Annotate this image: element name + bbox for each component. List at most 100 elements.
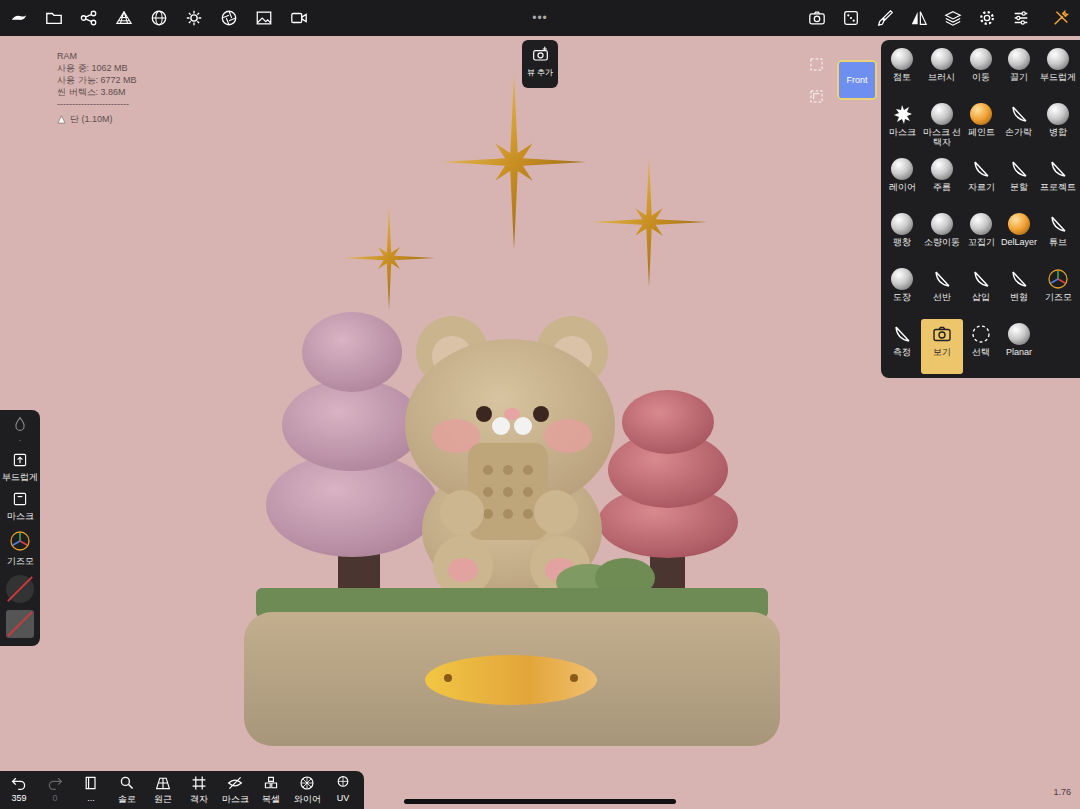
tool-line-icon bbox=[970, 268, 992, 290]
tool-item[interactable]: 측정 bbox=[885, 319, 920, 374]
tool-item[interactable]: 병합 bbox=[1039, 99, 1077, 154]
aperture-icon[interactable] bbox=[220, 9, 238, 27]
bottom-bar-item[interactable]: UV bbox=[328, 775, 358, 806]
tool-item[interactable]: 이동 bbox=[964, 44, 999, 99]
gear-icon[interactable] bbox=[978, 9, 996, 27]
bottom-bar-item[interactable]: 0 bbox=[40, 775, 70, 806]
sphere-icon bbox=[931, 158, 953, 180]
tool-item[interactable]: 손가락 bbox=[1000, 99, 1038, 154]
tool-item[interactable]: 프로젝트 bbox=[1039, 154, 1077, 209]
scene-graph-icon[interactable] bbox=[80, 9, 98, 27]
top-toolbar: ••• bbox=[0, 0, 1080, 36]
bottom-bar-item[interactable]: ... bbox=[76, 775, 106, 806]
solo-icon bbox=[119, 775, 135, 791]
book-icon bbox=[83, 775, 99, 791]
tool-item[interactable]: 보기 bbox=[921, 319, 963, 374]
mask-icon bbox=[227, 775, 243, 791]
sphere-icon bbox=[931, 103, 953, 125]
nomad-screen: ••• RAM 사용 중: 1062 MB사용 가능: 6772 MB씬 버텍스… bbox=[0, 0, 1080, 809]
mirror-icon[interactable] bbox=[910, 9, 928, 27]
tool-item[interactable]: 삽입 bbox=[964, 264, 999, 319]
tool-item[interactable]: 페인트 bbox=[964, 99, 999, 154]
bottom-bar-item[interactable]: 솔로 bbox=[112, 775, 142, 806]
tool-panel: 점토 브러시 이동 끌기 부드럽게 마스크 마스크 선택자 페인트 손가락 병합… bbox=[881, 40, 1080, 378]
tool-item[interactable]: 브러시 bbox=[921, 44, 963, 99]
redo-icon bbox=[47, 775, 63, 791]
memory-line: 사용 가능: 6772 MB bbox=[57, 74, 137, 86]
side-item[interactable]: 부드럽게 bbox=[2, 452, 38, 484]
grid-icon bbox=[191, 775, 207, 791]
dashed-circle-icon bbox=[970, 323, 992, 345]
tool-item[interactable]: 도장 bbox=[885, 264, 920, 319]
add-view-button[interactable]: 뷰 추가 bbox=[522, 40, 558, 88]
dice-icon[interactable] bbox=[842, 9, 860, 27]
mesh-icon bbox=[57, 115, 66, 124]
brush-icon[interactable] bbox=[876, 9, 894, 27]
sphere-icon bbox=[891, 158, 913, 180]
home-indicator[interactable] bbox=[404, 799, 676, 804]
tool-item[interactable]: 끌기 bbox=[1000, 44, 1038, 99]
ortho-icon[interactable] bbox=[810, 90, 823, 103]
folder-icon[interactable] bbox=[45, 9, 63, 27]
sphere-icon bbox=[1008, 323, 1030, 345]
orange-sphere-icon bbox=[970, 103, 992, 125]
color-swatch[interactable] bbox=[6, 610, 34, 638]
tool-item[interactable]: 변형 bbox=[1000, 264, 1038, 319]
bottom-bar-item[interactable]: 마스크 bbox=[220, 775, 250, 806]
sphere-icon bbox=[931, 48, 953, 70]
sphere-icon bbox=[1008, 48, 1030, 70]
view-cube[interactable]: Front bbox=[837, 60, 877, 100]
tools-icon[interactable] bbox=[1052, 9, 1070, 27]
color-swatch[interactable] bbox=[6, 575, 34, 603]
layers-icon[interactable] bbox=[944, 9, 962, 27]
tool-item[interactable]: 점토 bbox=[885, 44, 920, 99]
bottom-bar-item[interactable]: 원근 bbox=[148, 775, 178, 806]
side-item[interactable]: · bbox=[12, 416, 28, 445]
tool-item[interactable]: 꼬집기 bbox=[964, 209, 999, 264]
disabled-slash-icon bbox=[6, 610, 34, 638]
tool-line-icon bbox=[931, 268, 953, 290]
sliders-icon[interactable] bbox=[1012, 9, 1030, 27]
topology-icon[interactable] bbox=[115, 9, 133, 27]
globe-icon[interactable] bbox=[150, 9, 168, 27]
tool-item[interactable]: 튜브 bbox=[1039, 209, 1077, 264]
tool-item[interactable]: 팽창 bbox=[885, 209, 920, 264]
undo-icon bbox=[11, 775, 27, 791]
tool-item[interactable]: 레이어 bbox=[885, 154, 920, 209]
frame-icon[interactable] bbox=[810, 58, 823, 71]
memory-info: RAM 사용 중: 1062 MB사용 가능: 6772 MB씬 버텍스: 3.… bbox=[57, 50, 137, 125]
side-item[interactable]: 기즈모 bbox=[7, 530, 34, 568]
tool-item[interactable]: 자르기 bbox=[964, 154, 999, 209]
viewport[interactable]: RAM 사용 중: 1062 MB사용 가능: 6772 MB씬 버텍스: 3.… bbox=[0, 36, 1080, 809]
camera-icon[interactable] bbox=[808, 9, 826, 27]
tool-item[interactable]: 선택 bbox=[964, 319, 999, 374]
memory-line: 씬 버텍스: 3.86M bbox=[57, 86, 137, 98]
bottom-bar-item[interactable]: 복셀 bbox=[256, 775, 286, 806]
bottom-bar-item[interactable]: 359 bbox=[4, 775, 34, 806]
wire-icon bbox=[299, 775, 315, 791]
tool-item[interactable]: DelLayer bbox=[1000, 209, 1038, 264]
side-item[interactable]: 마스크 bbox=[7, 491, 34, 523]
tool-line-icon bbox=[970, 158, 992, 180]
tool-item[interactable]: 마스크 bbox=[885, 99, 920, 154]
splat-icon bbox=[891, 103, 913, 125]
bottom-toolbar: 359 0 ... 솔로 원근 격자 마스크 복셀 와이어 UV bbox=[0, 771, 364, 809]
upload-square-icon bbox=[12, 452, 28, 468]
tool-item[interactable]: 부드럽게 bbox=[1039, 44, 1077, 99]
tool-item[interactable]: 선반 bbox=[921, 264, 963, 319]
window-handle[interactable]: ••• bbox=[532, 11, 548, 25]
video-icon[interactable] bbox=[290, 9, 308, 27]
tool-item[interactable]: Planar bbox=[1000, 319, 1038, 374]
logo-icon[interactable] bbox=[10, 9, 28, 27]
bottom-bar-item[interactable]: 격자 bbox=[184, 775, 214, 806]
tool-item[interactable]: 소량이동 bbox=[921, 209, 963, 264]
gizmo-icon bbox=[9, 530, 31, 552]
sun-icon[interactable] bbox=[185, 9, 203, 27]
tool-item[interactable]: 마스크 선택자 bbox=[921, 99, 963, 154]
bottom-bar-item[interactable]: 와이어 bbox=[292, 775, 322, 806]
tool-item[interactable]: 주름 bbox=[921, 154, 963, 209]
tool-line-icon bbox=[891, 323, 913, 345]
tool-item[interactable]: 분할 bbox=[1000, 154, 1038, 209]
image-icon[interactable] bbox=[255, 9, 273, 27]
tool-item[interactable]: 기즈모 bbox=[1039, 264, 1077, 319]
